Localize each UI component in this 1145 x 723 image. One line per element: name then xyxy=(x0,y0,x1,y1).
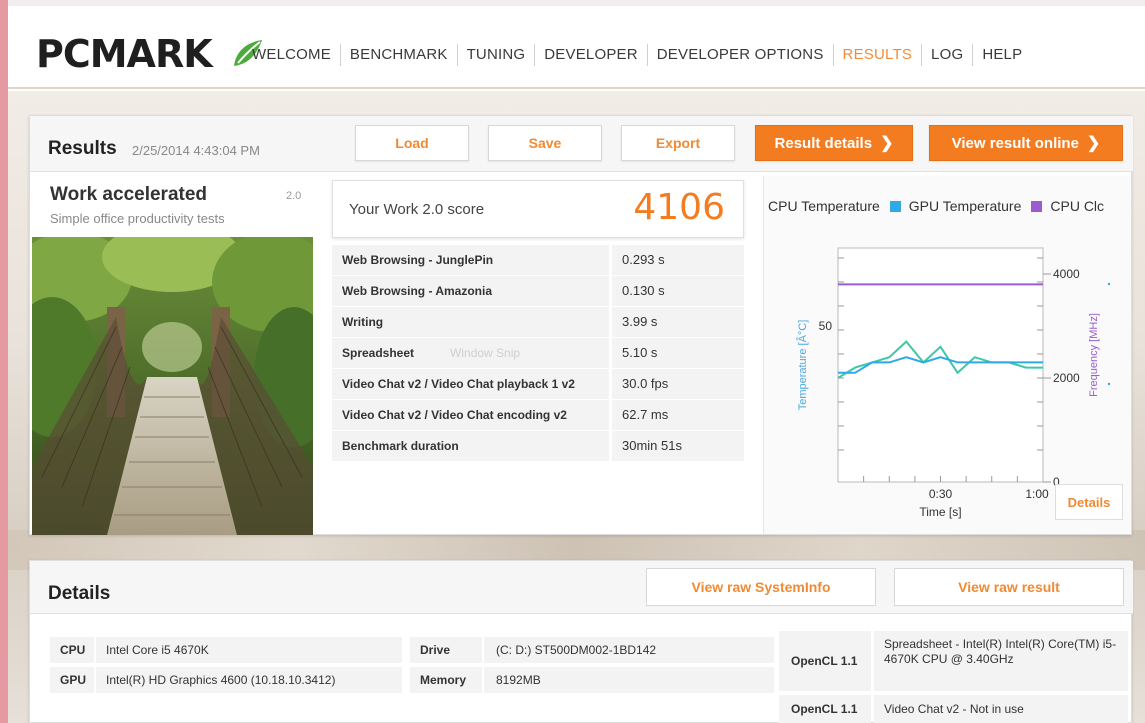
window-snip-overlay: Window Snip xyxy=(450,346,521,360)
nav-developer-options[interactable]: DEVELOPER OPTIONS xyxy=(646,44,833,66)
subscore-value: 30.0 fps xyxy=(612,369,744,399)
score-box: Your Work 2.0 score 4106 xyxy=(332,180,744,238)
export-button[interactable]: Export xyxy=(621,125,735,161)
nav-results[interactable]: RESULTS xyxy=(832,44,921,66)
save-button[interactable]: Save xyxy=(488,125,602,161)
nav-developer[interactable]: DEVELOPER xyxy=(534,44,647,66)
benchmark-image xyxy=(32,237,313,535)
right-tick-label: 2000 xyxy=(1053,371,1080,385)
right-axis-dot xyxy=(1107,382,1111,386)
opencl-value-2: Video Chat v2 - Not in use xyxy=(874,695,1128,723)
cpu-key-label: CPU xyxy=(60,643,86,657)
left-tick-label: 50 xyxy=(819,319,833,333)
results-panel-header: Results 2/25/2014 4:43:04 PM Load Save E… xyxy=(30,116,1133,172)
drive-key: Drive xyxy=(410,637,482,663)
details-panel: Details View raw SystemInfo View raw res… xyxy=(29,560,1133,723)
memory-value: 8192MB xyxy=(484,667,774,693)
table-row: Web Browsing - JunglePin 0.293 s xyxy=(332,245,744,275)
x-axis-label: Time [s] xyxy=(919,505,961,519)
nav-welcome[interactable]: WELCOME xyxy=(252,44,340,66)
subscore-value: 3.99 s xyxy=(612,307,744,337)
subscore-name: Web Browsing - Amazonia xyxy=(332,276,609,306)
load-button[interactable]: Load xyxy=(355,125,469,161)
window-left-border xyxy=(0,0,8,723)
nav-log[interactable]: LOG xyxy=(921,44,972,66)
subscore-table: Web Browsing - JunglePin 0.293 s Web Bro… xyxy=(332,245,744,462)
results-date: 2/25/2014 4:43:04 PM xyxy=(132,143,260,158)
y-axis-label-left: Temperature [Â°C] xyxy=(796,320,809,411)
test-name: Work accelerated xyxy=(50,184,208,205)
drive-value: (C: D:) ST500DM002-1BD142 xyxy=(484,637,774,663)
table-row: Writing 3.99 s xyxy=(332,307,744,337)
subscore-name: Video Chat v2 / Video Chat encoding v2 xyxy=(332,400,609,430)
table-row: Video Chat v2 / Video Chat encoding v2 6… xyxy=(332,400,744,430)
results-panel: Results 2/25/2014 4:43:04 PM Load Save E… xyxy=(29,115,1133,535)
subscore-name: Writing xyxy=(332,307,609,337)
legend-cpu-clock-label: CPU Clc xyxy=(1050,198,1105,214)
nav-benchmark[interactable]: BENCHMARK xyxy=(339,44,457,66)
subscore-value: 30min 51s xyxy=(612,431,744,461)
result-details-button[interactable]: Result details ❯ xyxy=(755,125,913,161)
chevron-right-icon: ❯ xyxy=(1086,135,1101,152)
test-version: 2.0 xyxy=(286,190,302,202)
memory-key-label: Memory xyxy=(420,673,467,687)
chevron-right-icon: ❯ xyxy=(880,135,894,152)
table-row: Web Browsing - Amazonia 0.130 s xyxy=(332,276,744,306)
chart-details-button[interactable]: Details xyxy=(1055,484,1123,520)
nav-tuning[interactable]: TUNING xyxy=(456,44,535,66)
test-subtitle: Simple office productivity tests xyxy=(50,211,225,226)
result-details-label: Result details xyxy=(774,134,873,152)
table-row: Benchmark duration 30min 51s xyxy=(332,431,744,461)
subscore-value: 0.293 s xyxy=(612,245,744,275)
subscore-name: Spreadsheet xyxy=(342,346,415,360)
x-tick-label: 0:30 xyxy=(929,487,953,501)
opencl-value-1: Spreadsheet - Intel(R) Intel(R) Core(TM)… xyxy=(874,631,1128,691)
table-row: Spreadsheet Window Snip 5.10 s xyxy=(332,338,744,368)
gpu-key-label: GPU xyxy=(60,673,87,687)
y-axis-label-right: Frequency [MHz] xyxy=(1088,313,1100,397)
subscore-value: 5.10 s xyxy=(612,338,744,368)
score-label: Your Work 2.0 score xyxy=(349,201,485,218)
gpu-key: GPU xyxy=(50,667,94,693)
opencl-key-2: OpenCL 1.1 xyxy=(779,695,871,723)
legend-gpu-temp-swatch xyxy=(889,200,901,212)
cpu-value: Intel Core i5 4670K xyxy=(96,637,402,663)
header-bar: PCMARK WELCOME BENCHMARK TUNING DEVELOPE… xyxy=(8,6,1145,89)
nav-help[interactable]: HELP xyxy=(972,44,1031,66)
subscore-value: 0.130 s xyxy=(612,276,744,306)
legend-cpu-clock-swatch xyxy=(1031,200,1043,212)
score-value: 4106 xyxy=(633,187,725,228)
subscore-name: Video Chat v2 / Video Chat playback 1 v2 xyxy=(332,369,609,399)
cpu-key: CPU xyxy=(50,637,94,663)
opencl-key-1: OpenCL 1.1 xyxy=(779,631,871,691)
legend-cpu-temp-label: CPU Temperature xyxy=(768,198,880,214)
subscore-name: Benchmark duration xyxy=(332,431,609,461)
right-axis-dot xyxy=(1107,282,1111,286)
results-title: Results xyxy=(48,138,117,159)
details-panel-header: Details View raw SystemInfo View raw res… xyxy=(30,561,1133,614)
memory-key: Memory xyxy=(410,667,482,693)
right-tick-label: 4000 xyxy=(1053,267,1080,281)
details-title: Details xyxy=(48,583,111,604)
view-result-online-button[interactable]: View result online ❯ xyxy=(929,125,1123,161)
view-result-online-label: View result online xyxy=(951,134,1079,152)
gpu-value: Intel(R) HD Graphics 4600 (10.18.10.3412… xyxy=(96,667,402,693)
monitoring-chart: CPU Temperature GPU Temperature CPU Clc … xyxy=(763,176,1131,534)
drive-key-label: Drive xyxy=(420,643,451,657)
pcmark-logo: PCMARK xyxy=(36,32,213,76)
main-nav: WELCOME BENCHMARK TUNING DEVELOPER DEVEL… xyxy=(252,44,1031,66)
view-raw-result-button[interactable]: View raw result xyxy=(894,568,1124,606)
subscore-name-spreadsheet: Spreadsheet Window Snip xyxy=(332,338,609,368)
subscore-name: Web Browsing - JunglePin xyxy=(332,245,609,275)
chart-legend: CPU Temperature GPU Temperature CPU Clc xyxy=(768,198,1104,214)
x-tick-label: 1:00 xyxy=(1025,487,1049,501)
table-row: Video Chat v2 / Video Chat playback 1 v2… xyxy=(332,369,744,399)
subscore-value: 62.7 ms xyxy=(612,400,744,430)
view-raw-systeminfo-button[interactable]: View raw SystemInfo xyxy=(646,568,876,606)
legend-gpu-temp-label: GPU Temperature xyxy=(908,198,1022,214)
